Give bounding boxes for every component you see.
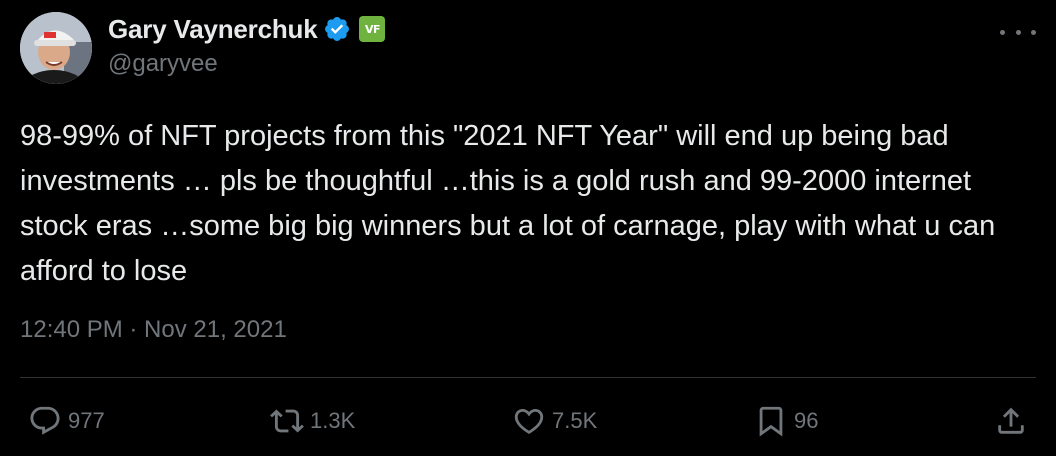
author-handle[interactable]: @garyvee (108, 50, 385, 78)
more-dot (1000, 29, 1005, 35)
bookmark-icon (759, 406, 783, 437)
display-name[interactable]: Gary Vaynerchuk (108, 14, 318, 45)
share-icon (998, 407, 1024, 434)
tweet-timestamp[interactable]: 12:40 PM · Nov 21, 2021 (20, 316, 287, 344)
tweet-actions: 977 1.3K 7.5K 96 (0, 398, 1056, 444)
like-count: 7.5K (552, 408, 598, 433)
more-dot (1015, 29, 1021, 35)
reply-icon (30, 406, 60, 435)
avatar[interactable] (20, 12, 92, 84)
tweet-text: 98-99% of NFT projects from this "2021 N… (20, 120, 1004, 287)
avatar-image (20, 12, 92, 84)
like-button[interactable]: 7.5K (512, 398, 597, 444)
author-info: Gary Vaynerchuk VF @garyvee (108, 12, 386, 78)
name-row: Gary Vaynerchuk VF (108, 12, 386, 46)
tweet-header: Gary Vaynerchuk VF @garyvee (20, 12, 1036, 86)
more-dot (1031, 29, 1036, 35)
heart-icon (514, 408, 544, 434)
reply-button[interactable]: 977 (28, 398, 105, 444)
share-button[interactable] (994, 398, 1028, 444)
bookmark-count: 96 (794, 408, 819, 433)
tweet-card: Gary Vaynerchuk VF @garyvee 98-99% of NF… (0, 0, 1056, 456)
retweet-button[interactable]: 1.3K (270, 398, 355, 444)
divider (20, 377, 1036, 378)
more-options-icon[interactable] (1000, 20, 1036, 44)
retweet-count: 1.3K (310, 408, 356, 433)
verified-badge-icon[interactable] (323, 15, 351, 43)
retweet-icon (270, 409, 304, 433)
affiliate-badge[interactable]: VF (359, 16, 386, 42)
reply-count: 977 (68, 408, 105, 433)
bookmark-button[interactable]: 96 (754, 398, 818, 444)
